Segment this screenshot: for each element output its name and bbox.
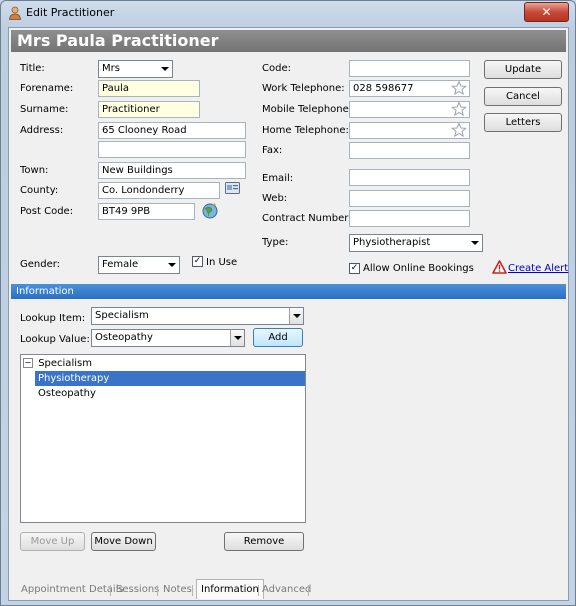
address-line2-field[interactable] <box>98 141 246 158</box>
email-field[interactable] <box>349 169 470 186</box>
work-telephone-label: Work Telephone: <box>262 83 345 94</box>
information-section-header: Information <box>11 284 566 299</box>
bottom-tab-strip: Appointment Details Sessions Notes Infor… <box>11 579 566 599</box>
postcode-label: Post Code: <box>20 206 74 217</box>
tree-root-label: Specialism <box>38 358 92 369</box>
fax-field[interactable] <box>349 142 470 159</box>
collapse-toggle-icon[interactable]: − <box>23 358 33 368</box>
title-bar[interactable]: Edit Practitioner ✕ <box>1 1 575 25</box>
surname-field[interactable]: Practitioner <box>98 101 200 118</box>
title-select[interactable]: Mrs <box>98 60 173 78</box>
in-use-label: In Use <box>206 257 238 268</box>
contract-number-label: Contract Number: <box>262 213 352 224</box>
cancel-button[interactable]: Cancel <box>484 87 562 106</box>
web-label: Web: <box>262 193 288 204</box>
forename-label: Forename: <box>20 83 74 94</box>
warning-icon <box>492 260 507 274</box>
code-label: Code: <box>262 63 291 74</box>
lookup-item-label: Lookup Item: <box>20 313 86 324</box>
lookup-value-select[interactable]: Osteopathy <box>91 329 245 347</box>
postcode-field[interactable]: BT49 9PB <box>98 203 195 220</box>
surname-label: Surname: <box>20 104 69 115</box>
in-use-checkbox[interactable]: ✓ <box>192 256 203 267</box>
gender-label: Gender: <box>20 259 61 270</box>
allow-online-bookings-label: Allow Online Bookings <box>363 263 474 274</box>
star-icon[interactable] <box>451 80 467 96</box>
chevron-down-icon <box>471 241 479 245</box>
code-field[interactable] <box>349 60 470 77</box>
update-button[interactable]: Update <box>484 60 562 79</box>
work-telephone-value: 028 598677 <box>353 83 414 94</box>
chevron-down-icon <box>161 67 169 71</box>
chevron-down-icon <box>234 336 242 340</box>
county-field[interactable]: Co. Londonderry <box>98 182 220 199</box>
allow-online-bookings-checkbox[interactable]: ✓ <box>349 263 360 274</box>
letters-button[interactable]: Letters <box>484 113 562 132</box>
gender-select-value: Female <box>102 259 139 270</box>
mobile-telephone-label: Mobile Telephone: <box>262 104 353 115</box>
county-label: County: <box>20 185 59 196</box>
lookup-tree[interactable]: − Specialism Physiotherapy Osteopathy <box>20 354 306 523</box>
type-select-value: Physiotherapist <box>353 237 431 248</box>
practitioner-name-header: Mrs Paula Practitioner <box>11 30 566 52</box>
tab-information[interactable]: Information <box>196 579 264 599</box>
lookup-item-value: Specialism <box>95 310 149 321</box>
practitioner-app-icon <box>9 6 21 20</box>
tree-item-physiotherapy[interactable]: Physiotherapy <box>35 371 305 386</box>
address-lookup-icon[interactable] <box>225 182 240 194</box>
dialog-body: Mrs Paula Practitioner Title: Mrs Forena… <box>8 27 569 601</box>
create-alert-link[interactable]: Create Alert <box>508 263 568 274</box>
window-title: Edit Practitioner <box>26 6 115 19</box>
address-line1-field[interactable]: 65 Clooney Road <box>98 122 246 139</box>
town-field[interactable]: New Buildings <box>98 162 246 179</box>
contract-number-field[interactable] <box>349 210 470 227</box>
forename-field[interactable]: Paula <box>98 80 200 97</box>
title-label: Title: <box>20 63 45 74</box>
type-label: Type: <box>262 237 289 248</box>
lookup-value-value: Osteopathy <box>95 332 153 343</box>
address-label: Address: <box>20 125 64 136</box>
close-window-button[interactable]: ✕ <box>524 2 569 22</box>
type-select[interactable]: Physiotherapist <box>349 234 483 252</box>
home-telephone-label: Home Telephone: <box>262 125 349 136</box>
town-label: Town: <box>20 165 49 176</box>
email-label: Email: <box>262 173 294 184</box>
title-select-value: Mrs <box>102 63 120 74</box>
add-button[interactable]: Add <box>253 328 303 347</box>
tree-root[interactable]: − Specialism <box>23 356 92 371</box>
move-up-button[interactable]: Move Up <box>20 532 85 551</box>
star-icon[interactable] <box>451 101 467 117</box>
star-icon[interactable] <box>451 122 467 138</box>
move-down-button[interactable]: Move Down <box>91 532 156 551</box>
chevron-down-icon <box>168 263 176 267</box>
remove-button[interactable]: Remove <box>224 532 304 551</box>
gender-select[interactable]: Female <box>98 256 180 274</box>
tab-advanced[interactable]: Advanced <box>262 581 311 599</box>
postcode-lookup-globe-icon[interactable] <box>201 201 219 221</box>
edit-practitioner-window: Edit Practitioner ✕ Mrs Paula Practition… <box>0 0 576 606</box>
lookup-item-select[interactable]: Specialism <box>91 307 304 325</box>
chevron-down-icon <box>293 314 301 318</box>
tab-notes[interactable]: Notes <box>163 581 192 599</box>
web-field[interactable] <box>349 190 470 207</box>
tab-sessions[interactable]: Sessions <box>116 581 159 599</box>
tab-appointment-details[interactable]: Appointment Details <box>21 581 124 599</box>
fax-label: Fax: <box>262 145 283 156</box>
tree-item-osteopathy[interactable]: Osteopathy <box>35 386 305 401</box>
lookup-value-label: Lookup Value: <box>20 334 90 345</box>
